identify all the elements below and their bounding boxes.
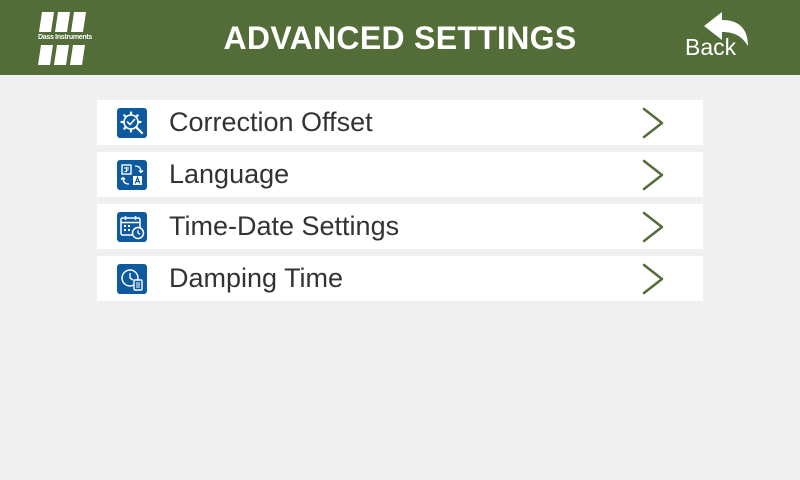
chevron-right-icon [642,211,664,243]
calendar-clock-icon [117,212,147,242]
back-button[interactable]: Back [680,10,755,66]
menu-item-label: Language [169,159,290,189]
chevron-right-icon [642,107,664,139]
menu-item-damping-time[interactable]: Damping Time [97,256,703,301]
chevron-right-icon [642,159,664,191]
clock-document-icon [117,264,147,294]
settings-menu: Correction Offset Language Time-Date Set… [97,100,703,308]
menu-item-label: Damping Time [169,263,344,293]
back-button-label: Back [685,34,737,60]
menu-item-label: Correction Offset [169,107,373,137]
menu-item-language[interactable]: Language [97,152,703,197]
gear-check-icon [117,108,147,138]
chevron-right-icon [642,263,664,295]
header-bar: Dass Instruments ADVANCED SETTINGS Back [0,0,800,75]
translate-icon [117,160,147,190]
menu-item-label: Time-Date Settings [169,211,400,241]
menu-item-time-date-settings[interactable]: Time-Date Settings [97,204,703,249]
menu-item-correction-offset[interactable]: Correction Offset [97,100,703,145]
